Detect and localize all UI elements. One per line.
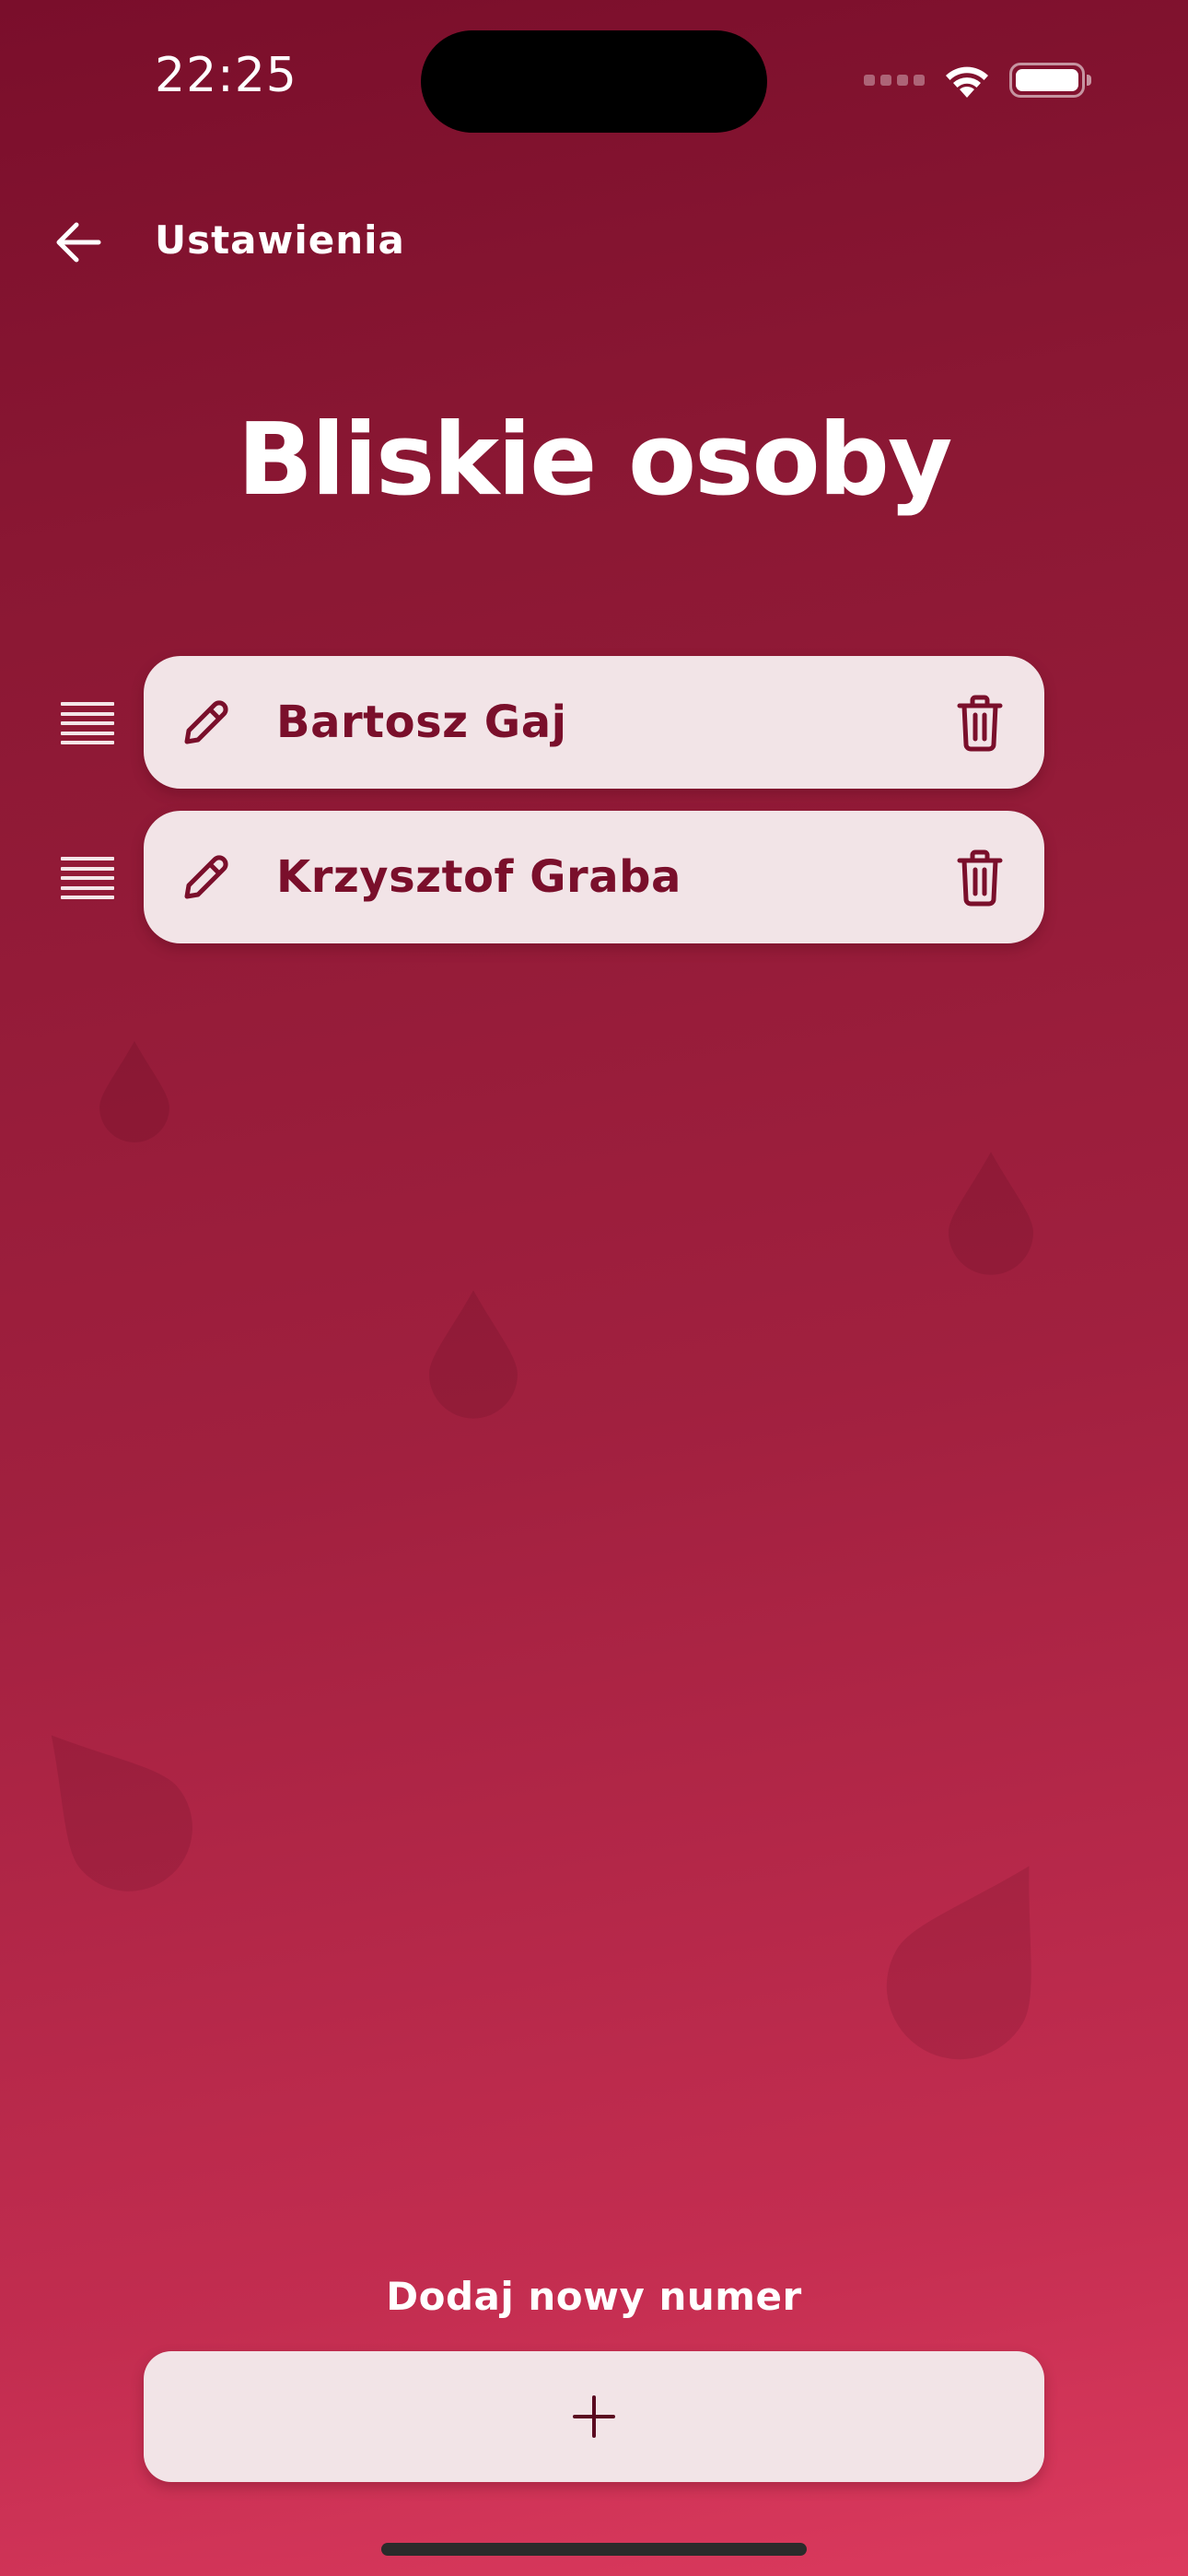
status-bar: 22:25 <box>0 0 1188 157</box>
arrow-left-icon <box>56 222 101 263</box>
contact-card: Bartosz Gaj <box>144 656 1044 789</box>
wifi-icon <box>946 66 988 98</box>
page-title: Bliskie osoby <box>237 403 953 518</box>
list-item: Krzysztof Graba <box>0 811 1188 943</box>
plus-icon <box>573 2395 615 2438</box>
back-button[interactable] <box>46 210 111 275</box>
home-indicator[interactable] <box>381 2543 807 2556</box>
battery-icon <box>1009 63 1091 98</box>
pencil-icon <box>184 855 228 899</box>
delete-button[interactable] <box>952 848 1007 908</box>
list-item: Bartosz Gaj <box>0 656 1188 789</box>
pencil-icon <box>184 700 228 744</box>
add-number-button[interactable] <box>144 2351 1044 2482</box>
edit-button[interactable] <box>179 849 234 905</box>
droplet-decoration-icon <box>51 1735 192 1891</box>
droplet-decoration-icon <box>949 1152 1033 1275</box>
drag-handle-icon[interactable] <box>61 702 114 744</box>
dynamic-island <box>421 30 767 133</box>
contact-card: Krzysztof Graba <box>144 811 1044 943</box>
droplet-decoration-icon <box>886 1866 1031 2060</box>
trash-icon <box>957 695 1003 752</box>
drag-handle-icon[interactable] <box>61 857 114 899</box>
droplet-decoration-icon <box>429 1290 518 1419</box>
delete-button[interactable] <box>952 693 1007 754</box>
status-icons <box>864 61 1091 100</box>
navigation-bar: Ustawienia <box>0 203 1188 276</box>
trash-icon <box>957 849 1003 907</box>
status-time: 22:25 <box>155 48 297 103</box>
add-number-label: Dodaj nowy numer <box>386 2274 802 2319</box>
droplet-decoration-icon <box>99 1041 169 1142</box>
contact-name: Bartosz Gaj <box>276 697 567 748</box>
edit-button[interactable] <box>179 695 234 750</box>
contact-name: Krzysztof Graba <box>276 851 681 903</box>
nav-title: Ustawienia <box>155 217 405 263</box>
cellular-signal-icon <box>864 75 925 86</box>
